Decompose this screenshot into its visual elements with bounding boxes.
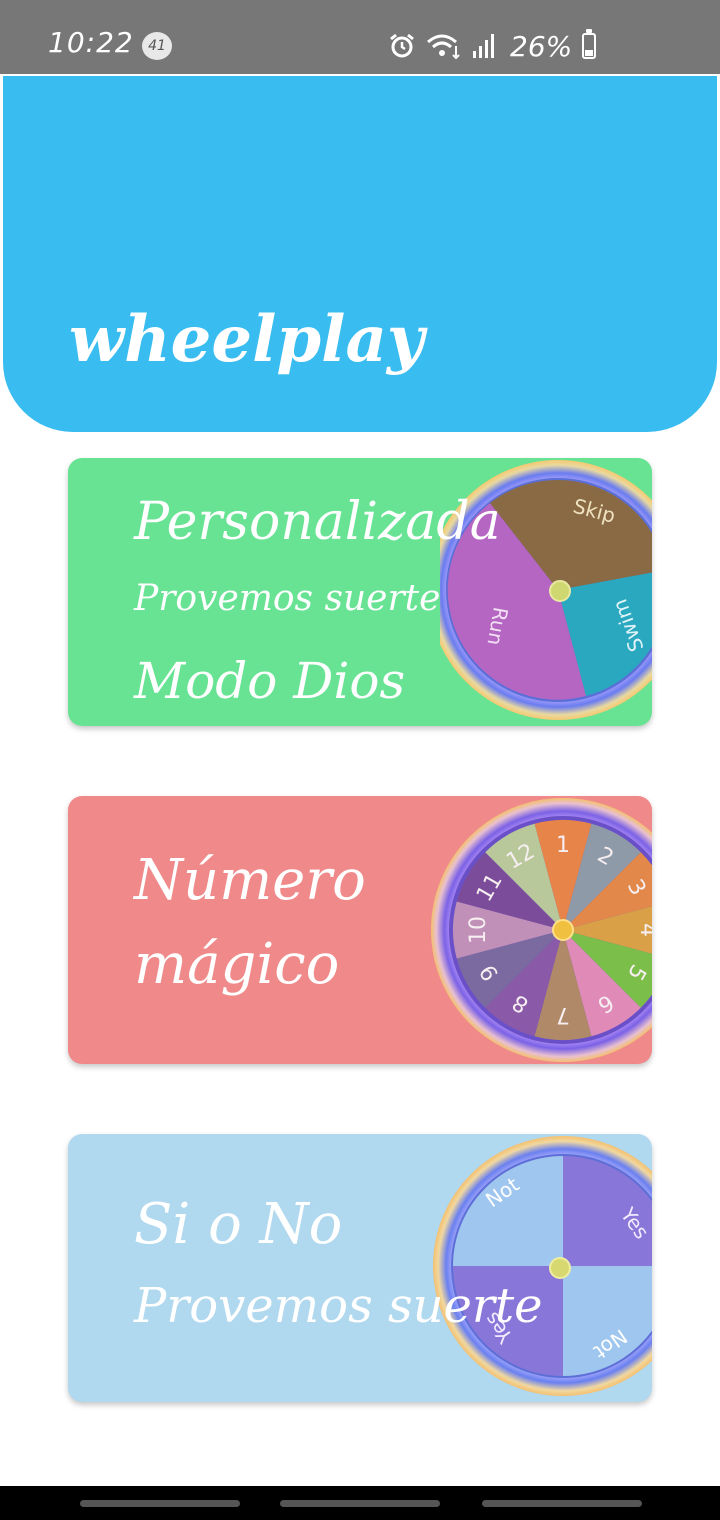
status-bar: 10:22 41 26% — [0, 0, 720, 74]
alarm-icon — [390, 33, 414, 58]
cellular-signal-icon — [473, 34, 494, 58]
card-numero-magico[interactable]: 123456789101112 Número mágico — [68, 796, 652, 1064]
card-title: Personalizada — [134, 492, 501, 552]
status-time: 10:22 — [48, 26, 134, 59]
app-header: wheelplay — [3, 76, 717, 432]
battery-icon — [582, 29, 597, 59]
card-subtitle: Provemos suerte — [134, 1278, 543, 1334]
home-button[interactable] — [280, 1500, 440, 1507]
card-title: Si o No — [134, 1192, 343, 1257]
app-title: wheelplay — [69, 302, 425, 377]
card-personalizada[interactable]: Skip Swim Run Personalizada Provemos sue… — [68, 458, 652, 726]
wheel-number: 7 — [556, 1002, 570, 1027]
battery-fill — [585, 50, 594, 56]
card-si-o-no[interactable]: Yes Not Yes Not Si o No Provemos suerte — [68, 1134, 652, 1402]
yes-no-wheel-icon: Yes Not Yes Not — [433, 1136, 652, 1396]
battery-percentage: 26% — [510, 29, 573, 63]
number-wheel-icon: 123456789101112 — [431, 798, 652, 1062]
wifi-icon — [427, 34, 460, 60]
wheel-number: 10 — [466, 916, 491, 944]
status-icons: 26% — [388, 29, 597, 63]
notification-badge: 41 — [142, 32, 172, 60]
card-footer: Modo Dios — [134, 652, 406, 710]
wheel-number: 4 — [635, 923, 652, 937]
wheel-number: 1 — [556, 833, 570, 858]
card-subtitle: Provemos suerte — [134, 578, 441, 619]
card-title-line2: mágico — [134, 932, 340, 997]
card-title-line1: Número — [134, 848, 366, 913]
system-navigation-bar — [0, 1486, 720, 1520]
back-button[interactable] — [482, 1500, 642, 1507]
recent-apps-button[interactable] — [80, 1500, 240, 1507]
